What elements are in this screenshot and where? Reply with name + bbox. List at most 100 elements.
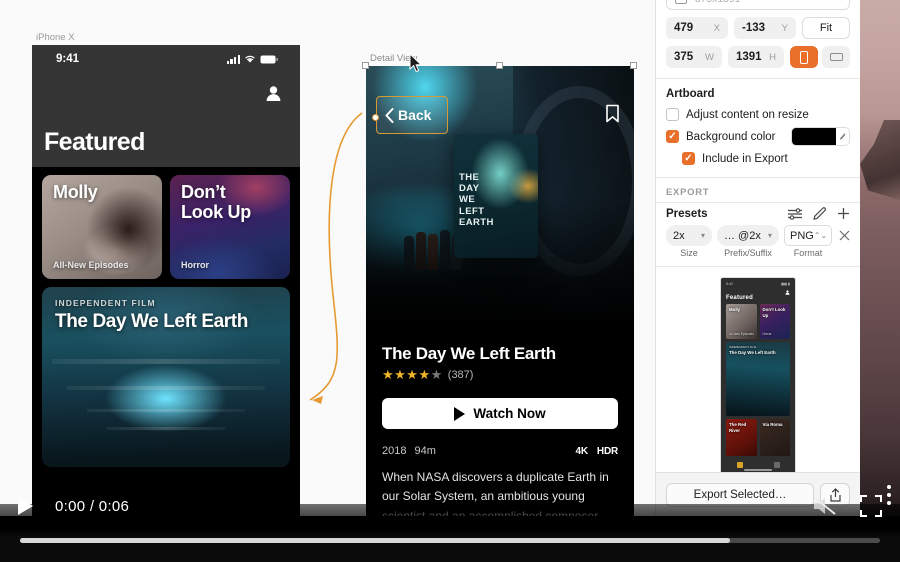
y-value: -133 xyxy=(742,22,766,34)
export-preview-wrap: 9:41 ▮▮▮ ▮ Featured Molly All-New Episod… xyxy=(656,267,860,474)
background-color-row[interactable]: Background color xyxy=(656,124,860,149)
preset-format-value: PNG xyxy=(790,229,814,242)
selection-handle-tr[interactable] xyxy=(630,62,637,69)
card-molly[interactable]: Molly All-New Episodes xyxy=(42,175,162,279)
adjust-content-checkbox[interactable] xyxy=(666,108,679,121)
x-position-field[interactable]: 479 X xyxy=(666,17,728,39)
detail-hero-image: THE DAY WE LEFT EARTH Back xyxy=(366,66,634,328)
card-dont-look-up-title: Don’t Look Up xyxy=(181,182,251,222)
x-value: 479 xyxy=(674,22,694,34)
watch-now-button[interactable]: Watch Now xyxy=(382,398,618,429)
video-progress-bar[interactable] xyxy=(20,538,880,543)
wallpaper-rock-formation xyxy=(860,120,900,200)
chevron-left-icon xyxy=(385,107,394,123)
width-unit: W xyxy=(705,51,714,63)
more-options-icon[interactable] xyxy=(887,485,891,505)
export-preview-thumbnail[interactable]: 9:41 ▮▮▮ ▮ Featured Molly All-New Episod… xyxy=(721,278,795,474)
preview-status-bar: 9:41 ▮▮▮ ▮ xyxy=(721,278,795,289)
cellular-signal-icon xyxy=(226,54,240,64)
include-in-export-row[interactable]: Include in Export xyxy=(656,149,860,168)
account-person-icon xyxy=(785,290,790,295)
orientation-landscape-button[interactable] xyxy=(822,46,850,68)
inspector-panel[interactable]: 375x1391 479 X -133 Y Fit 375 W xyxy=(655,0,860,516)
chevron-down-icon: ▾ xyxy=(767,231,772,240)
artboard-detail-view[interactable]: THE DAY WE LEFT EARTH Back The Day We Le… xyxy=(366,66,634,516)
include-in-export-checkbox[interactable] xyxy=(682,152,695,165)
eyedropper-icon[interactable] xyxy=(836,128,849,145)
width-field[interactable]: 375 W xyxy=(666,46,722,68)
battery-icon xyxy=(260,55,278,63)
presets-label: Presets xyxy=(666,207,708,220)
preview-card-red-title: The Red River xyxy=(729,422,747,433)
star-rating-icons: ★★★★★ xyxy=(382,367,443,382)
preset-size-dropdown[interactable]: 2x ▾ xyxy=(666,225,712,246)
height-field[interactable]: 1391 H xyxy=(728,46,784,68)
play-icon[interactable] xyxy=(18,497,33,515)
video-player-controls: 0:00 / 0:06 xyxy=(0,486,900,526)
detail-title: The Day We Left Earth xyxy=(382,344,556,363)
artboard-featured[interactable]: 9:41 Featured Molly All-New Episodes Don… xyxy=(32,45,300,516)
preview-card-dont-look-up: Don’t Look Up Horror xyxy=(759,304,790,339)
background-color-swatch[interactable] xyxy=(791,127,850,146)
detail-poster-thumbnail: THE DAY WE LEFT EARTH xyxy=(454,134,538,258)
design-canvas[interactable]: iPhone X 9:41 Featured Molly All-New Epi… xyxy=(0,0,655,516)
volume-muted-icon[interactable] xyxy=(812,495,838,517)
sliders-icon[interactable] xyxy=(788,207,802,220)
phone-header: 9:41 Featured xyxy=(32,45,300,167)
adjust-content-row[interactable]: Adjust content on resize xyxy=(656,105,860,124)
card-dont-look-up-subtitle: Horror xyxy=(181,260,210,270)
fullscreen-icon[interactable] xyxy=(860,495,882,517)
preview-tab-library-icon xyxy=(773,462,780,468)
card-the-day-we-left-earth[interactable]: INDEPENDENT FILM The Day We Left Earth xyxy=(42,287,290,467)
card-dont-look-up[interactable]: Don’t Look Up Horror xyxy=(170,175,290,279)
preview-home-indicator xyxy=(744,469,772,471)
video-progress-fill xyxy=(20,538,730,543)
card-earth-eyebrow: INDEPENDENT FILM xyxy=(55,298,156,308)
chevron-down-icon: ▾ xyxy=(700,231,705,240)
orientation-portrait-button[interactable] xyxy=(790,46,818,68)
pencil-icon[interactable] xyxy=(813,207,826,220)
color-swatch-black[interactable] xyxy=(792,128,836,145)
selection-handle-tc[interactable] xyxy=(496,62,503,69)
preview-status-icons: ▮▮▮ ▮ xyxy=(781,281,790,286)
artboard-label-featured[interactable]: iPhone X xyxy=(36,32,75,43)
position-row: 479 X -133 Y Fit xyxy=(656,17,860,39)
account-person-icon[interactable] xyxy=(265,85,282,102)
preset-prefix-value: … @2x xyxy=(724,229,761,242)
rating-count: (387) xyxy=(447,369,474,381)
preset-field-labels: Size Prefix/Suffix Format xyxy=(656,246,860,258)
chevron-updown-icon: ⌃⌄ xyxy=(813,231,828,240)
plus-icon[interactable] xyxy=(837,207,850,220)
preset-size-value: 2x xyxy=(673,229,685,242)
back-button[interactable]: Back xyxy=(372,96,448,134)
artboard-size-stub[interactable]: 375x1391 xyxy=(666,0,850,10)
preset-prefix-label: Prefix/Suffix xyxy=(724,248,772,258)
background-color-checkbox[interactable] xyxy=(666,130,679,143)
page-title-featured: Featured xyxy=(44,128,145,156)
video-player-stage: iPhone X 9:41 Featured Molly All-New Epi… xyxy=(0,0,900,562)
width-value: 375 xyxy=(674,51,694,63)
orientation-portrait-icon xyxy=(800,50,808,64)
preview-card-earth-title: The Day We Left Earth xyxy=(729,350,776,355)
back-button-label: Back xyxy=(398,107,432,123)
status-time: 9:41 xyxy=(56,53,80,65)
preset-prefix-dropdown[interactable]: … @2x ▾ xyxy=(717,225,779,246)
presets-header: Presets xyxy=(656,203,860,222)
bookmark-icon[interactable] xyxy=(605,104,620,123)
badge-4k-icon: 4K xyxy=(575,445,589,457)
selection-handle-tl[interactable] xyxy=(362,62,369,69)
close-x-icon[interactable] xyxy=(839,230,850,241)
preview-card-molly: Molly All-New Episodes xyxy=(726,304,757,339)
y-position-field[interactable]: -133 Y xyxy=(734,17,796,39)
detail-metadata-row: 2018 94m 4K HDR xyxy=(366,429,634,457)
fit-button[interactable]: Fit xyxy=(802,17,850,39)
preset-format-select[interactable]: PNG ⌃⌄ xyxy=(784,225,832,246)
recorded-screen-content: iPhone X 9:41 Featured Molly All-New Epi… xyxy=(0,0,900,516)
artboard-size-text: 375x1391 xyxy=(695,0,741,5)
preset-size-label: Size xyxy=(680,248,698,258)
prototype-link-anchor[interactable] xyxy=(372,114,379,121)
mouse-cursor-icon xyxy=(409,53,423,73)
poster-title-text: THE DAY WE LEFT EARTH xyxy=(459,172,494,228)
play-icon xyxy=(454,406,466,421)
detail-year: 2018 xyxy=(382,445,407,457)
